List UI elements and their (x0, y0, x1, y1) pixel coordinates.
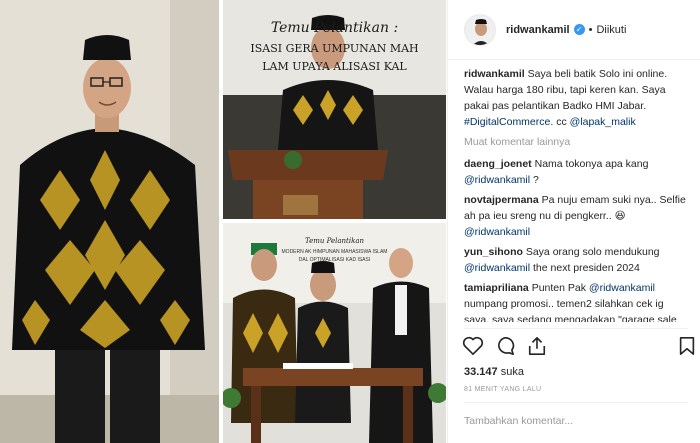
comment-mention[interactable]: @ridwankamil (589, 282, 655, 294)
caption-cc: . cc (550, 116, 567, 128)
comment-text-after: numpang promosi.. temen2 silahkan cek ig… (464, 298, 677, 322)
list-item: yun_sihono Saya orang solo mendukung @ri… (464, 244, 688, 276)
caption-mention[interactable]: @lapak_malik (570, 116, 636, 128)
likes-number: 33.147 (464, 366, 498, 378)
banner-line-3: LAM UPAYA ALISASI KAL (262, 60, 407, 73)
verified-badge-icon: ✓ (573, 24, 585, 35)
signing-illustration (223, 223, 446, 443)
avatar-image (465, 14, 495, 45)
avatar[interactable] (464, 13, 496, 46)
banner-small-line-2: MODERN AK HIMPUNAN MAHASISWA ISLAM (281, 249, 388, 255)
banner-title: Temu Pelantikan : (270, 20, 399, 36)
share-icon[interactable] (526, 336, 548, 356)
portrait-illustration (0, 0, 219, 443)
action-bar (462, 336, 695, 362)
likes-count[interactable]: 33.147 suka (464, 366, 524, 378)
divider (464, 402, 688, 403)
comment-mention[interactable]: @ridwankamil (464, 226, 530, 238)
caption: ridwankamil Saya beli batik Solo ini onl… (464, 66, 688, 130)
comment-text-after: the next presiden 2024 (530, 262, 640, 274)
add-comment-input[interactable]: Tambahkan komentar... (464, 406, 688, 436)
comment-username[interactable]: tamiapriliana (464, 282, 529, 294)
banner-line-2: ISASI GERA UMPUNAN MAH (250, 42, 419, 55)
following-button[interactable]: Diikuti (596, 24, 626, 36)
likes-label: suka (500, 366, 524, 378)
banner-small-title: Temu Pelantikan (304, 237, 365, 245)
post-timestamp[interactable]: 81 MENIT YANG LALU (464, 386, 541, 393)
comment-text-after: ? (530, 174, 539, 186)
comment-username[interactable]: yun_sihono (464, 246, 523, 258)
separator-dot: • (588, 23, 593, 36)
comment-mention[interactable]: @ridwankamil (464, 262, 530, 274)
banner-small-line-3: DAL OPTIMALISASI KAD ISASI (298, 257, 371, 263)
list-item: novtajpermana Pa nuju emam suki nya.. Se… (464, 192, 688, 240)
header-username[interactable]: ridwankamil (506, 24, 570, 36)
post-side-panel: ridwankamil ✓ • Diikuti ridwankamil Saya… (447, 0, 700, 443)
post-photo-collage[interactable]: Temu Pelantikan : ISASI GERA UMPUNAN MAH… (0, 0, 446, 443)
list-item: tamiapriliana Punten Pak @ridwankamil nu… (464, 280, 688, 322)
caption-hashtag[interactable]: #DigitalCommerce (464, 116, 550, 128)
caption-username[interactable]: ridwankamil (464, 68, 525, 80)
photo-signing-ceremony: Temu Pelantikan MODERN AK HIMPUNAN MAHAS… (223, 223, 446, 443)
photo-podium-speech: Temu Pelantikan : ISASI GERA UMPUNAN MAH… (223, 0, 446, 219)
comment-text: Saya orang solo mendukung (525, 246, 660, 258)
divider (464, 328, 688, 329)
comments-list: ridwankamil Saya beli batik Solo ini onl… (464, 66, 688, 322)
comment-text: Punten Pak (531, 282, 586, 294)
list-item: daeng_joenet Nama tokonya apa kang @ridw… (464, 156, 688, 188)
bookmark-icon[interactable] (678, 336, 696, 356)
photo-portrait (0, 0, 219, 443)
comment-text: Nama tokonya apa kang (534, 158, 649, 170)
laughing-emoji-icon: 😆 (614, 210, 626, 222)
comment-username[interactable]: novtajpermana (464, 194, 539, 206)
post-header: ridwankamil ✓ • Diikuti (448, 0, 700, 60)
comment-mention[interactable]: @ridwankamil (464, 174, 530, 186)
comment-icon[interactable] (494, 336, 516, 356)
heart-icon[interactable] (462, 336, 484, 356)
comment-username[interactable]: daeng_joenet (464, 158, 532, 170)
load-more-comments-link[interactable]: Muat komentar lainnya (464, 134, 688, 150)
